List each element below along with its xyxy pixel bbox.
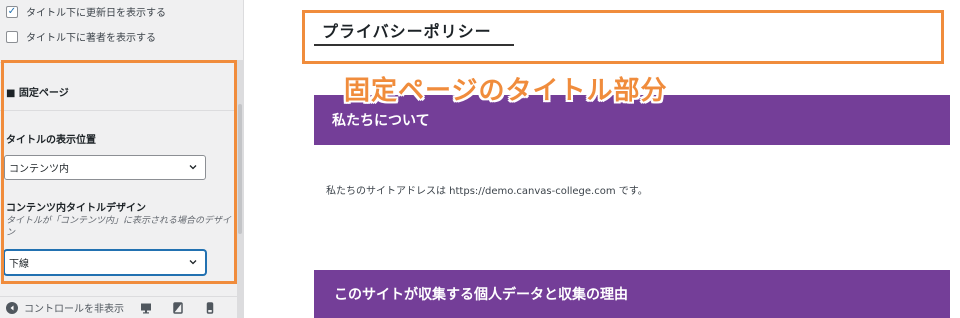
customizer-screen: タイトル下に更新日を表示する タイトル下に著者を表示する ■ 固定ページ タイト… [0,0,960,318]
checkbox-show-author[interactable]: タイトル下に著者を表示する [6,29,156,44]
desktop-icon[interactable] [140,302,152,314]
section-heading-text: 私たちについて [332,113,430,129]
mobile-icon[interactable] [204,301,216,314]
page-title: プライバシーポリシー [322,22,492,41]
section-heading-text: このサイトが収集する個人データと収集の理由 [334,287,628,303]
sidebar-scrollbar-thumb[interactable] [238,104,242,234]
checkbox-icon[interactable] [6,30,18,43]
tablet-icon[interactable] [172,301,184,314]
hide-controls-button[interactable]: コントロールを非表示 [6,300,124,315]
checkbox-icon[interactable] [6,5,18,18]
highlight-frame-settings [1,60,237,284]
checkbox-label: タイトル下に更新日を表示する [26,8,166,19]
section-heading: このサイトが収集する個人データと収集の理由 [314,270,950,318]
annotation-label: 固定ページのタイトル部分 [344,76,668,106]
hide-controls-icon [6,301,18,314]
hide-controls-label: コントロールを非表示 [24,304,124,315]
checkbox-label: タイトル下に著者を表示する [26,33,156,44]
checkbox-show-updated-date[interactable]: タイトル下に更新日を表示する [6,4,166,19]
section-body-text: 私たちのサイトアドレスは https://demo.canvas-college… [326,186,648,197]
page-title-underline [314,44,514,46]
customizer-footer: コントロールを非表示 [0,296,243,318]
